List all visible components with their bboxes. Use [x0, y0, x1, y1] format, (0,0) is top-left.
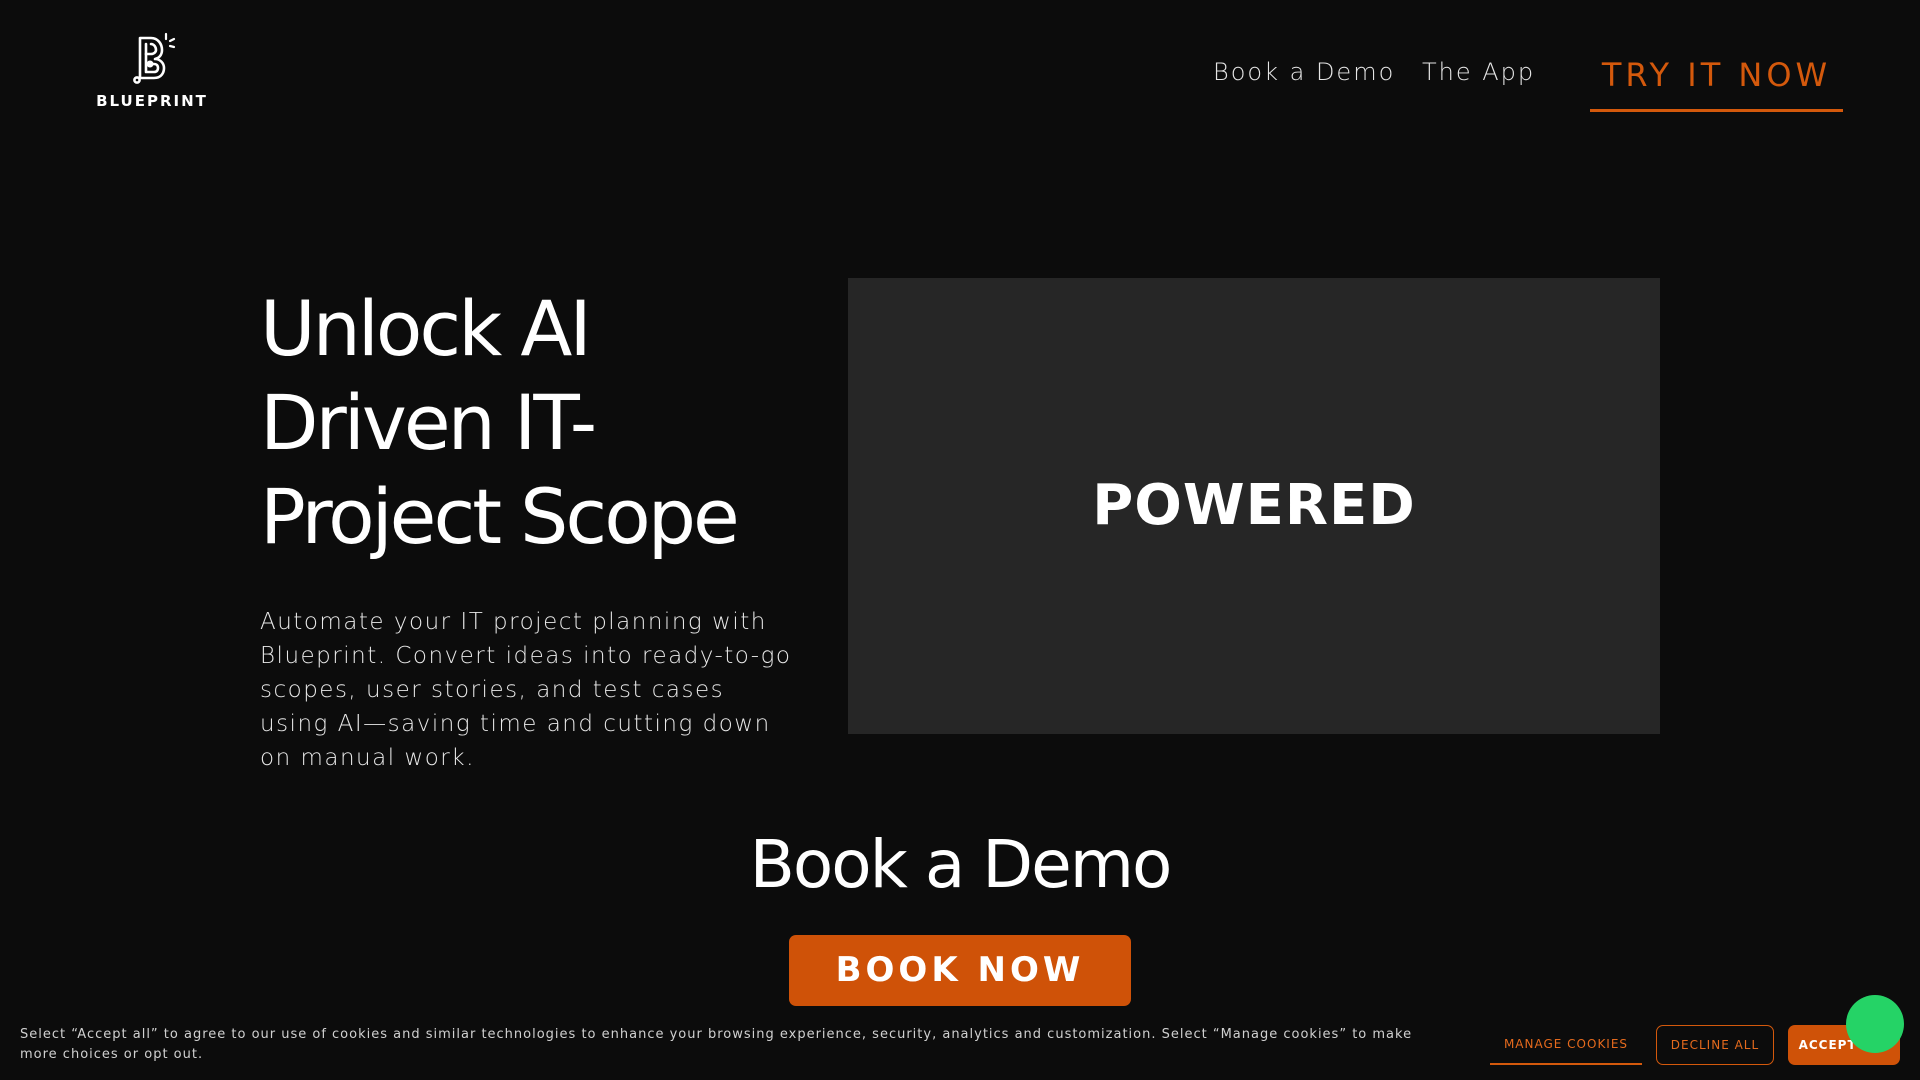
landing-page: BLUEPRINT Book a Demo The App TRY IT NOW… — [0, 0, 1920, 1080]
hero-media-panel: POWERED — [848, 278, 1660, 734]
hero-title-line: Unlock AI — [260, 284, 592, 373]
blueprint-b-logo-icon — [133, 32, 176, 84]
nav-book-a-demo[interactable]: Book a Demo — [1213, 58, 1395, 86]
nav-the-app[interactable]: The App — [1422, 58, 1535, 86]
hero-media-word: POWERED — [1092, 473, 1416, 538]
decline-all-button[interactable]: DECLINE ALL — [1656, 1025, 1774, 1065]
logo-wordmark: BLUEPRINT — [96, 92, 208, 110]
chat-bubble-icon[interactable] — [1846, 995, 1904, 1053]
try-it-now-button[interactable]: TRY IT NOW — [1590, 50, 1843, 112]
hero-description: Automate your IT project planning with B… — [260, 609, 792, 771]
book-now-button[interactable]: BOOK NOW — [789, 935, 1131, 1006]
book-demo-heading: Book a Demo — [749, 826, 1173, 903]
hero-title-line: Project Scope — [260, 472, 740, 561]
cookie-banner-text: Select “Accept all” to agree to our use … — [20, 1027, 1413, 1062]
blueprint-logo[interactable]: BLUEPRINT — [96, 30, 208, 114]
hero-title: Unlock AI Driven IT- Project Scope — [260, 282, 820, 564]
manage-cookies-button[interactable]: MANAGE COOKIES — [1490, 1025, 1642, 1065]
hero-title-line: Driven IT- — [260, 378, 597, 467]
